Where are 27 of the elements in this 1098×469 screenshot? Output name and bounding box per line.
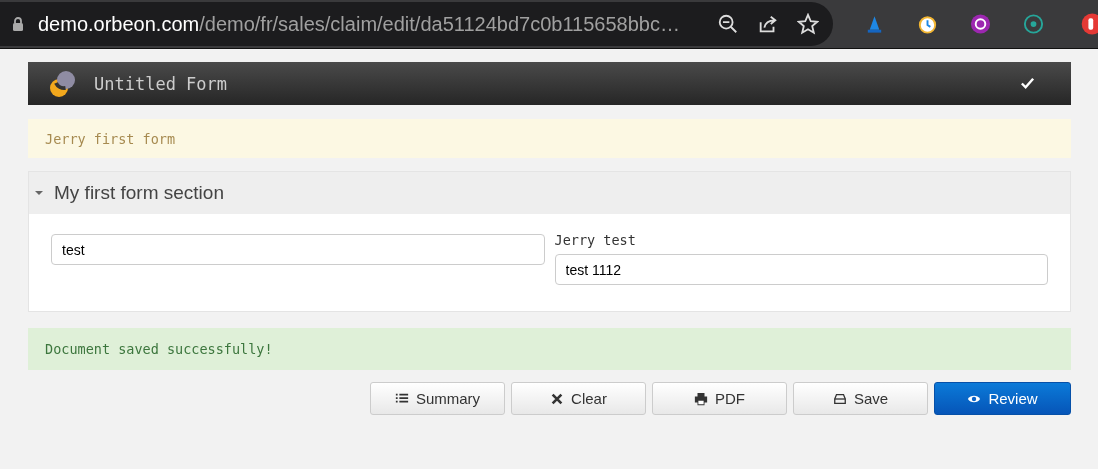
action-button[interactable]: Save bbox=[793, 382, 928, 415]
field-label: Jerry test bbox=[554, 232, 637, 250]
section-header[interactable]: My first form section bbox=[29, 172, 1070, 214]
extension-icon[interactable] bbox=[969, 12, 992, 36]
list-icon bbox=[394, 391, 409, 406]
action-button[interactable]: Review bbox=[934, 382, 1071, 415]
form-description: Jerry first form bbox=[45, 130, 176, 147]
success-message: Document saved successfully! bbox=[45, 341, 273, 357]
action-button[interactable]: Clear bbox=[511, 382, 646, 415]
checkmark-icon bbox=[1020, 76, 1035, 91]
address-bar[interactable]: demo.orbeon.com/demo/fr/sales/claim/edit/da51124bd7c0b115658bbc… bbox=[0, 2, 833, 46]
url-text: demo.orbeon.com/demo/fr/sales/claim/edit/da51124bd7c0b115658bbc… bbox=[38, 12, 681, 36]
caret-icon[interactable] bbox=[34, 188, 44, 198]
action-button[interactable]: PDF bbox=[652, 382, 787, 415]
lock-icon bbox=[12, 16, 24, 32]
logo-icon bbox=[48, 68, 78, 99]
input-field[interactable]: test bbox=[51, 234, 545, 265]
section-title: My first form section bbox=[54, 182, 224, 204]
star-icon[interactable] bbox=[797, 13, 819, 35]
close-icon bbox=[550, 391, 565, 406]
form-title: Untitled Form bbox=[94, 73, 229, 94]
printer-icon bbox=[694, 391, 708, 406]
action-button[interactable]: Summary bbox=[370, 382, 505, 415]
input-field[interactable]: test 1112 bbox=[554, 254, 1048, 285]
share-icon[interactable] bbox=[757, 13, 779, 35]
drive-icon bbox=[832, 391, 847, 406]
zoom-out-icon[interactable] bbox=[717, 13, 739, 35]
